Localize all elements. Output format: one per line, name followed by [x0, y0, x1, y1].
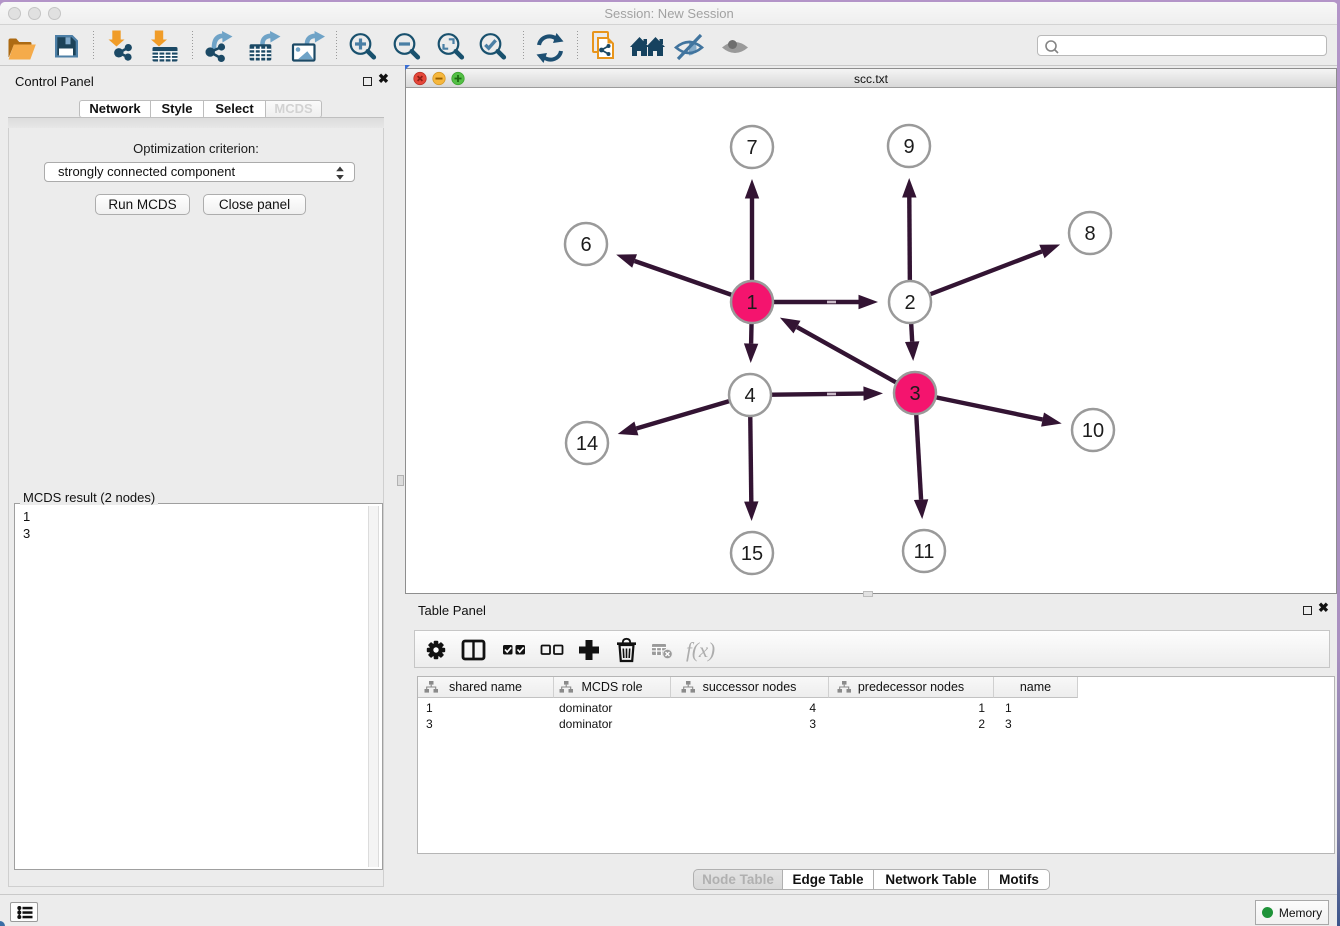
svg-text:1: 1 [746, 292, 757, 314]
svg-text:14: 14 [576, 433, 598, 455]
svg-text:9: 9 [903, 136, 914, 158]
svg-text:15: 15 [741, 543, 763, 565]
svg-text:11: 11 [914, 541, 935, 563]
svg-text:f(x): f(x) [686, 638, 715, 662]
svg-text:3: 3 [909, 383, 920, 405]
svg-text:8: 8 [1084, 223, 1095, 245]
svg-text:4: 4 [744, 385, 755, 407]
svg-text:6: 6 [580, 234, 591, 256]
svg-text:10: 10 [1082, 420, 1104, 442]
svg-text:7: 7 [746, 137, 757, 159]
svg-text:2: 2 [904, 292, 915, 314]
